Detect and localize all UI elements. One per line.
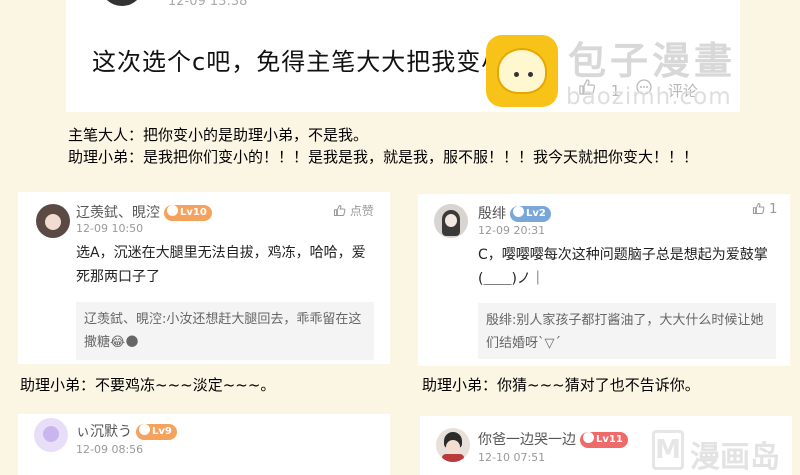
comment-time: 12-09 20:31 xyxy=(478,224,546,237)
level-badge: Lv10 xyxy=(164,205,212,221)
comment-username[interactable]: 辽羡鉽、晛涳 Lv10 xyxy=(76,202,212,222)
manhuadao-watermark: 漫画岛 xyxy=(690,440,780,475)
comment-text: C，嘤嘤嘤每次这种问题脑子总是想起为爱鼓掌(＿＿)ノ｜ xyxy=(478,247,768,287)
comment-username[interactable]: 殷绯 Lv2 xyxy=(478,203,551,223)
level-badge: Lv2 xyxy=(510,206,551,222)
top-comment-text: 这次选个c吧，免得主笔大大把我变小~ xyxy=(92,48,528,76)
like-count: 1 xyxy=(769,202,778,217)
reply-username[interactable]: 辽羡鉽、晛涳: xyxy=(84,312,166,327)
like-label[interactable]: 点赞 xyxy=(350,204,374,218)
level-badge: Lv9 xyxy=(136,424,177,440)
comment-username[interactable]: 你爸一边哭一边 Lv11 xyxy=(478,429,628,449)
comment-username[interactable]: ぃ沉默う Lv9 xyxy=(76,421,177,441)
avatar[interactable] xyxy=(434,204,468,238)
watermark-url: baozimh.com xyxy=(566,84,732,110)
reply-text: 别人家孩子都打酱油了，大大什么时候让她们结婚呀`▽´ xyxy=(486,313,764,351)
username-text[interactable]: 辽羡鉽、晛涳 xyxy=(76,205,160,221)
username-text[interactable]: 你爸一边哭一边 xyxy=(478,432,576,448)
comment-time: 12-09 10:50 xyxy=(76,222,144,235)
thumb-up-icon[interactable] xyxy=(752,202,765,215)
avatar[interactable] xyxy=(34,418,68,452)
reply-box[interactable]: 殷绯:别人家孩子都打酱油了，大大什么时候让她们结婚呀`▽´ xyxy=(478,303,776,359)
comment-text: 选A，沉迷在大腿里无法自拔，鸡冻，哈哈，爱死那两口子了 xyxy=(76,245,366,285)
avatar[interactable] xyxy=(436,428,470,462)
like-button[interactable]: 1 xyxy=(752,202,777,217)
dialog-line-1: 主笔大人：把你变小的是助理小弟，不是我。 xyxy=(68,126,369,144)
comment-card-bottom-left xyxy=(18,414,390,475)
dialog-line-2: 助理小弟：是我把你们变小的！！！是我是我，就是我，服不服！！！我今天就把你变大！… xyxy=(68,148,699,166)
top-comment-time: 12-09 13:38 xyxy=(168,0,248,9)
dialog-left: 助理小弟：不要鸡冻~~~淡定~~~。 xyxy=(20,376,276,394)
comment-time: 12-10 07:51 xyxy=(478,451,546,464)
avatar[interactable] xyxy=(36,204,70,238)
username-text[interactable]: 殷绯 xyxy=(478,206,506,222)
username-text[interactable]: ぃ沉默う xyxy=(76,424,132,440)
level-badge: Lv11 xyxy=(580,432,628,448)
watermark-name: 包子漫畫 xyxy=(568,39,737,83)
comment-time: 12-09 08:56 xyxy=(76,443,144,456)
manhuadao-logo-icon: M xyxy=(652,430,684,470)
reply-box[interactable]: 辽羡鉽、晛涳:小汝还想赶大腿回去，乖乖留在这撒糖😂🌑 xyxy=(76,302,374,360)
dialog-right: 助理小弟：你猜~~~猜对了也不告诉你。 xyxy=(422,376,700,394)
like-button[interactable]: 点赞 xyxy=(333,202,374,219)
baozi-bun-icon xyxy=(497,48,547,94)
reply-username[interactable]: 殷绯: xyxy=(486,313,516,328)
thumb-up-icon[interactable] xyxy=(333,204,346,217)
